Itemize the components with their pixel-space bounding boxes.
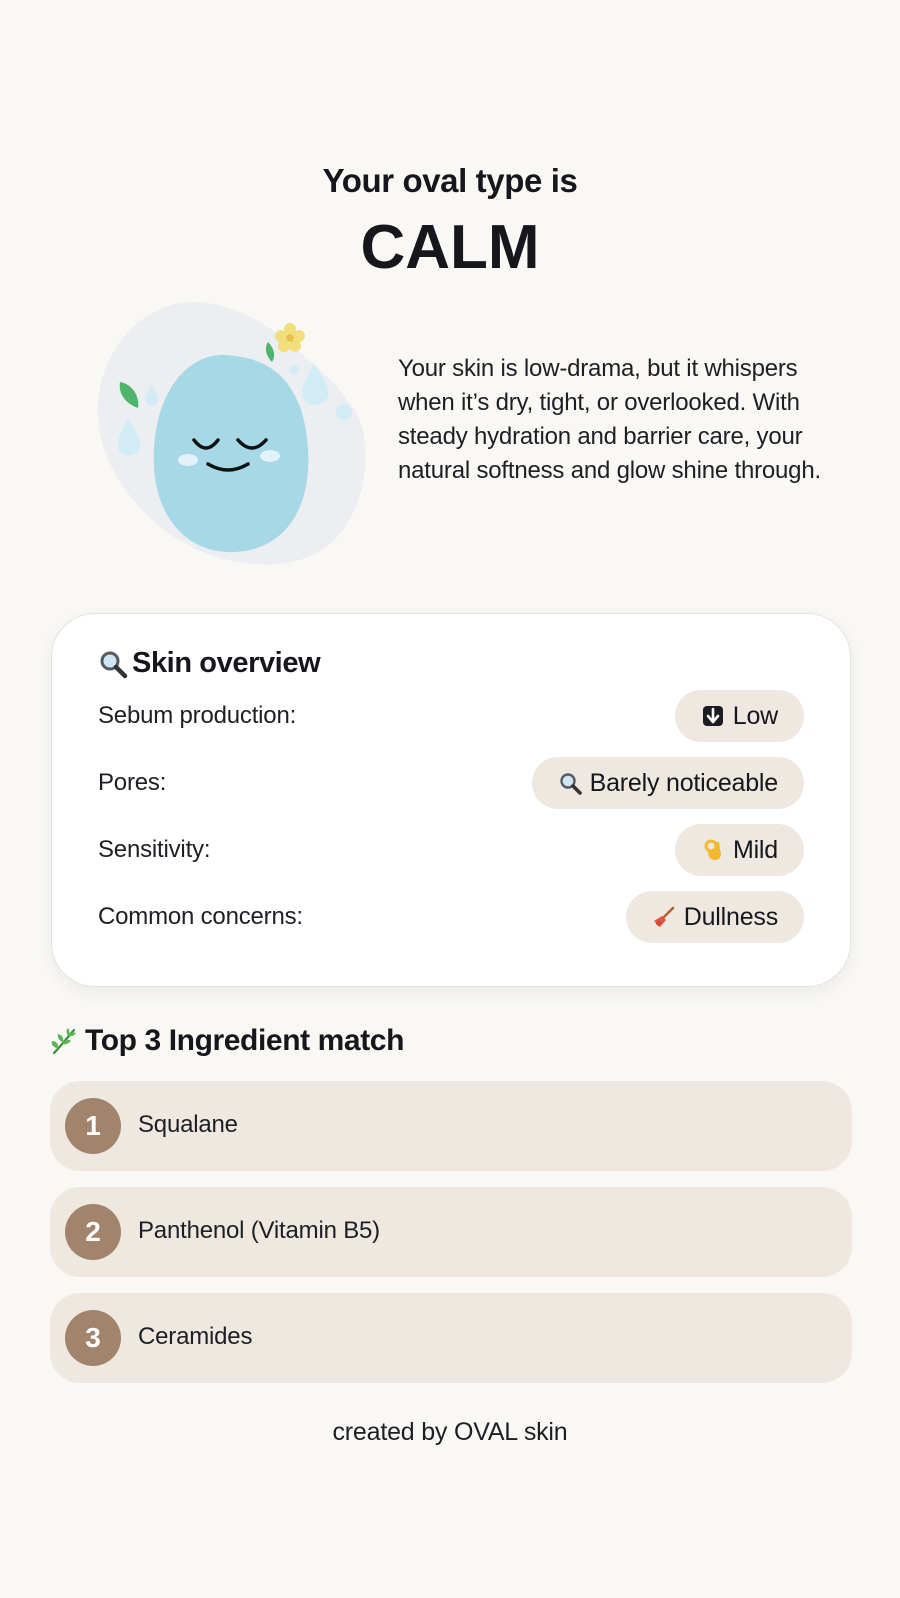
ingredient-name: Panthenol (Vitamin B5) <box>138 1217 380 1244</box>
calm-mascot-illustration <box>97 302 366 565</box>
skin-overview-title: Skin overview <box>132 647 321 679</box>
ingredient-rank-badge: 1 <box>65 1098 121 1154</box>
overview-row-sensitivity: Sensitivity: Mild <box>98 824 804 876</box>
overview-row-sebum: Sebum production: Low <box>98 690 804 742</box>
ingredient-match-title: Top 3 Ingredient match <box>85 1024 405 1057</box>
overview-label: Pores: <box>98 769 167 796</box>
ingredient-item: 1 Squalane <box>50 1081 852 1171</box>
overview-value-pill: Low <box>674 690 804 742</box>
mascot-cheek-right <box>260 450 280 462</box>
overview-value: Dullness <box>683 902 778 931</box>
ingredient-name: Ceramides <box>138 1323 253 1350</box>
mascot-flower <box>275 323 305 352</box>
mascot-body <box>153 354 309 553</box>
ok-hand-icon <box>704 839 721 860</box>
mascot-cheek-left <box>178 454 198 466</box>
overview-row-pores: Pores: Barely noticeable <box>98 757 804 809</box>
ingredient-rank-badge: 3 <box>65 1310 121 1366</box>
overview-label: Common concerns: <box>98 903 303 930</box>
ingredient-rank-badge: 2 <box>65 1204 121 1260</box>
down-arrow-icon <box>702 706 723 726</box>
overview-value: Mild <box>732 835 778 864</box>
type-intro: Your oval type is <box>322 162 578 199</box>
skin-overview-card: Skin overview Sebum production: Low Pore… <box>51 613 851 987</box>
overview-value-pill: Barely noticeable <box>531 757 804 809</box>
overview-row-concerns: Common concerns: Dullness <box>98 891 804 943</box>
ingredient-item: 2 Panthenol (Vitamin B5) <box>50 1187 852 1277</box>
herb-icon <box>51 1028 76 1055</box>
overview-value-pill: Dullness <box>625 891 804 943</box>
result-page: Your oval type is CALM Your skin is low-… <box>0 0 900 1598</box>
type-name: CALM <box>360 213 540 282</box>
type-description: Your skin is low-drama, but it whispers … <box>398 355 821 484</box>
footer-credit: created by OVAL skin <box>332 1418 568 1446</box>
mascot-dot <box>289 365 299 375</box>
broom-icon <box>653 906 675 927</box>
overview-label: Sensitivity: <box>98 836 211 863</box>
skin-overview-heading: Skin overview <box>98 647 321 680</box>
ingredient-name: Squalane <box>138 1111 238 1138</box>
mascot-droplet-right-small <box>336 404 352 420</box>
ingredient-match-heading: Top 3 Ingredient match <box>49 1024 404 1058</box>
magnifier-icon <box>100 651 128 678</box>
ingredient-item: 3 Ceramides <box>50 1293 852 1383</box>
magnifier-icon <box>559 773 582 795</box>
overview-value: Low <box>732 701 778 730</box>
overview-value: Barely noticeable <box>589 768 779 797</box>
overview-label: Sebum production: <box>98 702 297 729</box>
overview-value-pill: Mild <box>674 824 804 876</box>
